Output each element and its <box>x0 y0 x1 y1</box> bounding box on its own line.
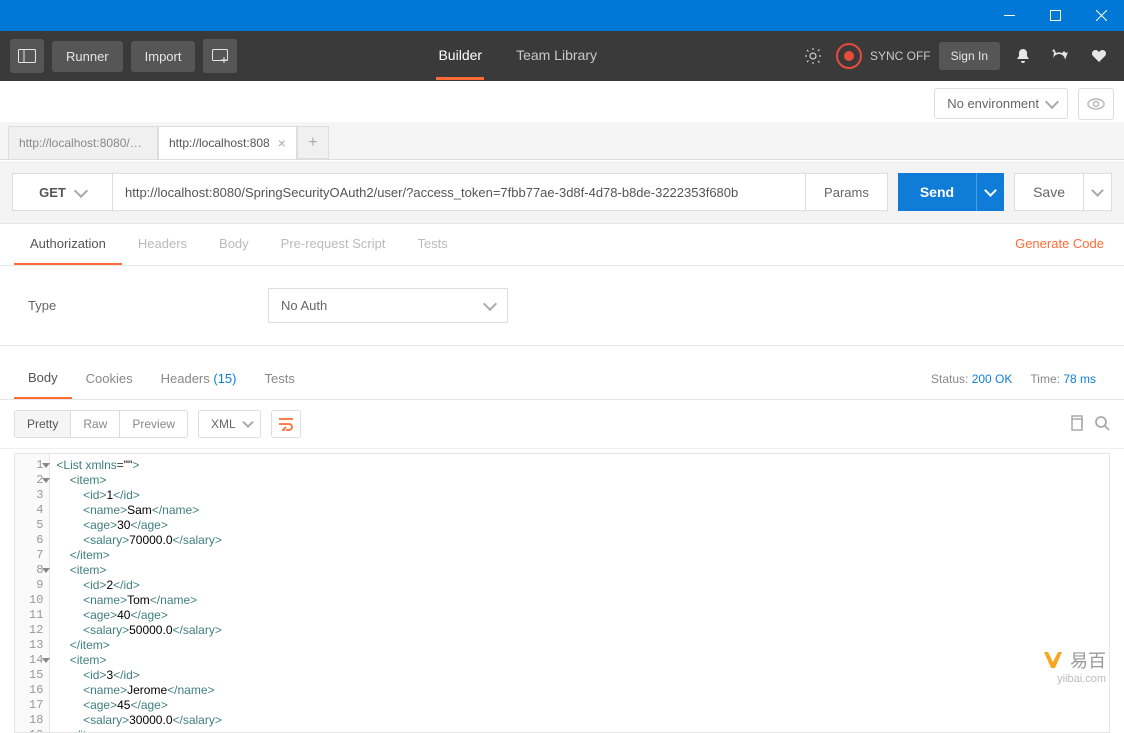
time-value: 78 ms <box>1063 372 1096 386</box>
settings-icon[interactable] <box>1046 41 1076 71</box>
headers-count: (15) <box>213 371 236 386</box>
params-button[interactable]: Params <box>806 173 888 211</box>
watermark: 易百 yiibai.com <box>1044 647 1106 685</box>
auth-type-select[interactable]: No Auth <box>268 288 508 323</box>
send-button[interactable]: Send <box>898 173 976 211</box>
tab-label: http://localhost:8080/Spri <box>19 136 147 150</box>
wrap-lines-button[interactable] <box>271 410 301 438</box>
environment-select[interactable]: No environment <box>934 88 1068 119</box>
window-titlebar <box>0 0 1124 31</box>
capture-icon[interactable] <box>798 41 828 71</box>
toggle-sidebar-button[interactable] <box>10 39 44 73</box>
language-select[interactable]: XML <box>198 410 261 438</box>
status-value: 200 OK <box>972 372 1013 386</box>
window-close-button[interactable] <box>1078 0 1124 31</box>
response-tabs: Body Cookies Headers (15) Tests Status: … <box>0 358 1124 400</box>
sync-off-icon <box>836 43 862 69</box>
raw-button[interactable]: Raw <box>71 410 120 438</box>
generate-code-link[interactable]: Generate Code <box>1015 236 1104 251</box>
url-input[interactable] <box>112 173 806 211</box>
window-minimize-button[interactable] <box>986 0 1032 31</box>
authorization-panel: Type No Auth <box>0 266 1124 346</box>
sign-in-button[interactable]: Sign In <box>939 42 1000 70</box>
save-dropdown[interactable] <box>1084 173 1112 211</box>
team-library-tab[interactable]: Team Library <box>514 33 599 80</box>
search-icon[interactable] <box>1094 415 1110 434</box>
request-config-tabs: Authorization Headers Body Pre-request S… <box>0 224 1124 266</box>
body-tab[interactable]: Body <box>203 224 265 265</box>
environment-preview-button[interactable] <box>1078 88 1114 120</box>
auth-type-label: Type <box>28 298 268 313</box>
response-cookies-tab[interactable]: Cookies <box>72 359 147 398</box>
preview-button[interactable]: Preview <box>120 410 188 438</box>
authorization-tab[interactable]: Authorization <box>14 224 122 265</box>
response-meta: Status: 200 OK Time: 78 ms <box>931 372 1110 386</box>
import-button[interactable]: Import <box>131 41 196 72</box>
runner-button[interactable]: Runner <box>52 41 123 72</box>
prerequest-tab[interactable]: Pre-request Script <box>265 224 402 265</box>
request-row: GET Params Send Save <box>0 161 1124 224</box>
save-button[interactable]: Save <box>1014 173 1084 211</box>
copy-icon[interactable] <box>1068 415 1084 434</box>
close-tab-icon[interactable]: × <box>278 135 286 151</box>
request-tabs: http://localhost:8080/Spri http://localh… <box>0 122 1124 160</box>
heart-icon[interactable] <box>1084 41 1114 71</box>
send-dropdown[interactable] <box>976 173 1004 211</box>
http-method-select[interactable]: GET <box>12 173 112 211</box>
tab-label: http://localhost:808 <box>169 136 270 150</box>
tests-tab[interactable]: Tests <box>401 224 463 265</box>
environment-bar: No environment <box>0 81 1124 123</box>
pretty-button[interactable]: Pretty <box>14 410 71 438</box>
window-maximize-button[interactable] <box>1032 0 1078 31</box>
body-format-row: Pretty Raw Preview XML <box>0 400 1124 449</box>
headers-tab[interactable]: Headers <box>122 224 203 265</box>
main-toolbar: Runner Import Builder Team Library SYNC … <box>0 31 1124 81</box>
response-tests-tab[interactable]: Tests <box>251 359 309 398</box>
sync-status[interactable]: SYNC OFF <box>836 43 931 69</box>
notifications-icon[interactable] <box>1008 41 1038 71</box>
response-body-viewer[interactable]: 12345678910111213141516171819 <List xmln… <box>14 453 1110 733</box>
new-tab-button[interactable] <box>203 39 237 73</box>
sync-label: SYNC OFF <box>870 49 931 63</box>
request-tab[interactable]: http://localhost:808 × <box>158 126 297 159</box>
response-headers-tab[interactable]: Headers (15) <box>147 359 251 398</box>
request-tab[interactable]: http://localhost:8080/Spri <box>8 126 158 159</box>
builder-tab[interactable]: Builder <box>436 33 484 80</box>
response-body-tab[interactable]: Body <box>14 358 72 399</box>
add-tab-button[interactable]: + <box>297 126 329 159</box>
